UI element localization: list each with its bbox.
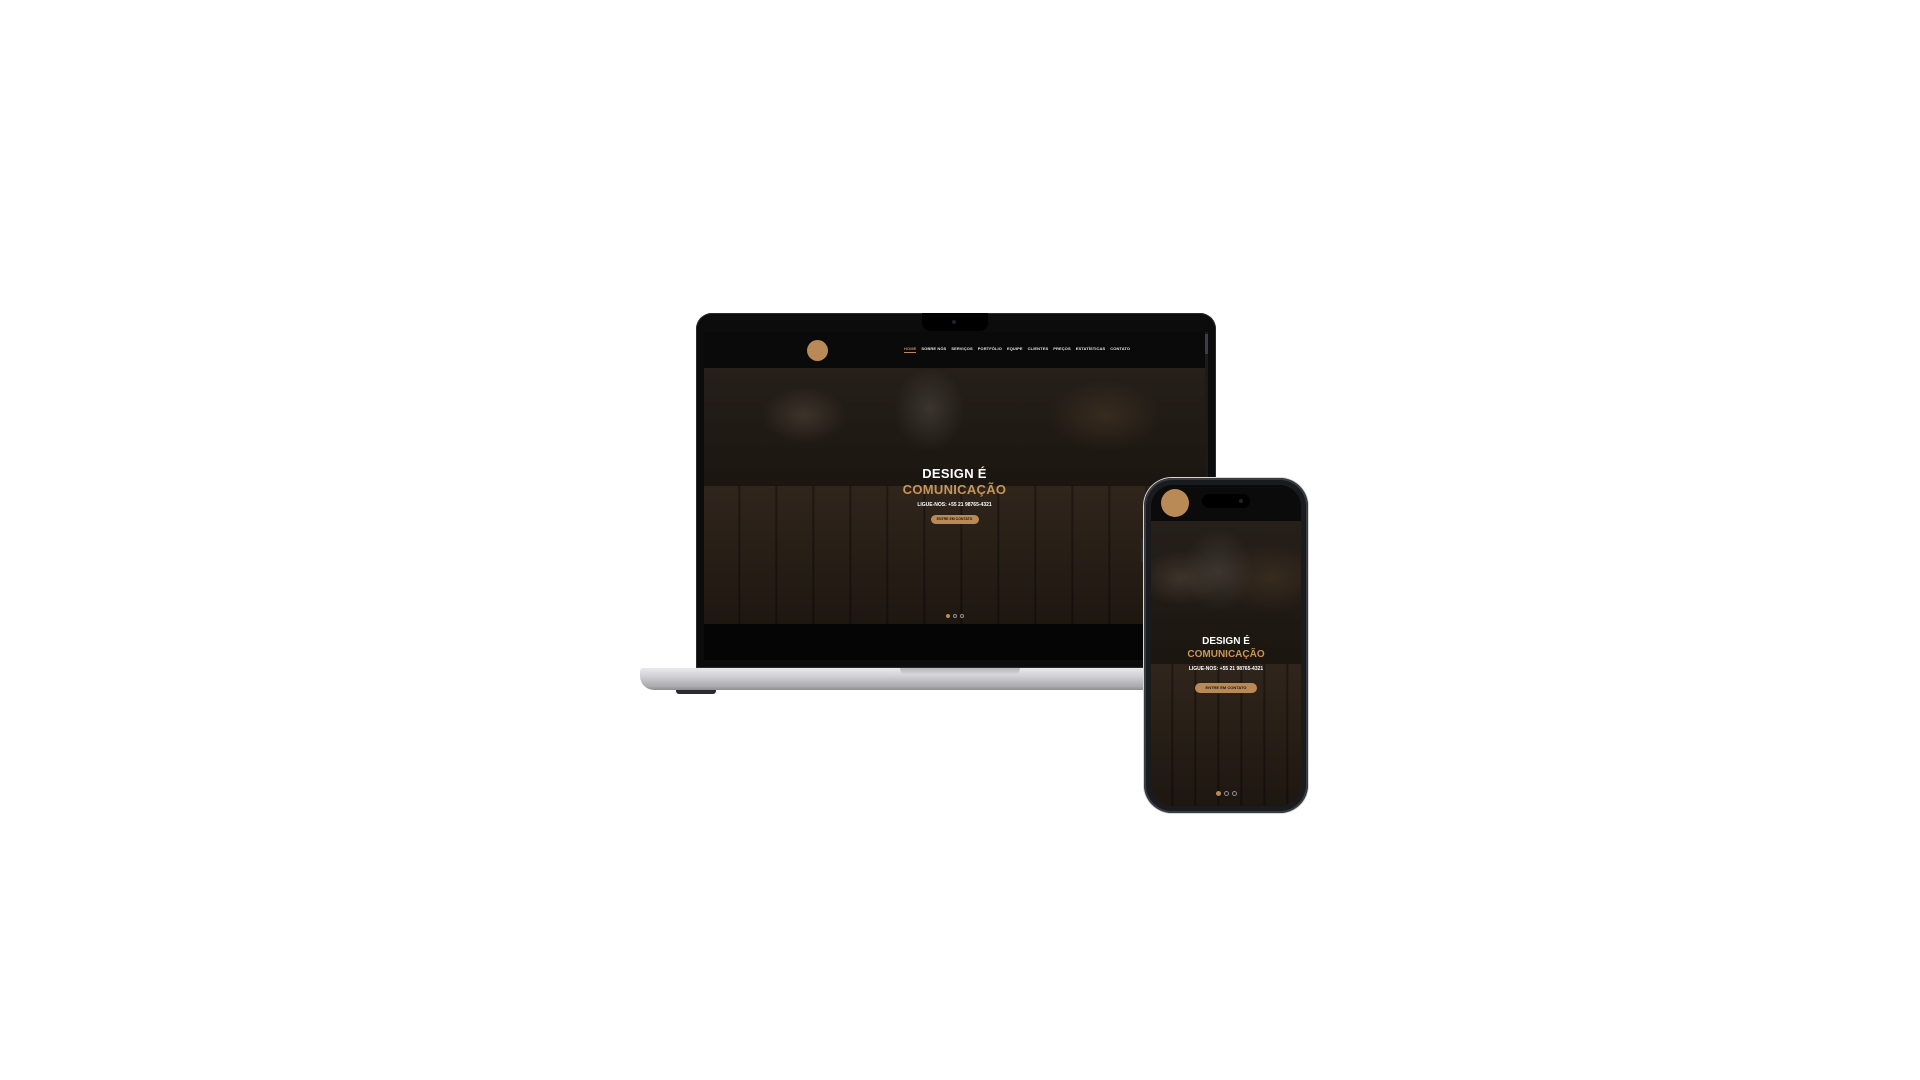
hero-phone-text: LIGUE-NOS: +55 21 98765-4321	[917, 502, 992, 508]
logo-icon[interactable]	[1161, 489, 1189, 517]
nav-item-portfolio[interactable]: PORTFÓLIO	[978, 346, 1002, 353]
hero-phone-text: LIGUE-NOS: +55 21 98765-4321	[1188, 666, 1264, 672]
scrollbar-thumb[interactable]	[1205, 334, 1208, 354]
slider-dot-3[interactable]	[1231, 791, 1237, 796]
phone-website: DESIGN É COMUNICAÇÃO LIGUE-NOS: +55 21 9…	[1151, 485, 1301, 806]
hero-title: DESIGN É	[922, 466, 987, 481]
phone-frame: DESIGN É COMUNICAÇÃO LIGUE-NOS: +55 21 9…	[1144, 478, 1308, 813]
slider-dot-2[interactable]	[952, 614, 957, 618]
camera-icon	[1239, 499, 1243, 503]
section-strip	[704, 624, 1205, 660]
laptop-notch	[922, 313, 988, 331]
nav-item-home[interactable]: HOME	[904, 346, 917, 353]
nav-item-equipe[interactable]: EQUIPE	[1007, 346, 1023, 353]
nav-item-contato[interactable]: CONTATO	[1110, 346, 1130, 353]
mobile-hero-slider: DESIGN É COMUNICAÇÃO LIGUE-NOS: +55 21 9…	[1151, 521, 1301, 806]
slider-dot-2[interactable]	[1223, 791, 1229, 796]
logo-icon[interactable]	[807, 340, 828, 361]
hero-title-highlight: COMUNICAÇÃO	[1187, 649, 1265, 660]
laptop-frame: HOME SOBRE NÓS SERVIÇOS PORTFÓLIO EQUIPE…	[696, 313, 1216, 668]
slider-dot-3[interactable]	[959, 614, 964, 618]
hero-title: DESIGN É	[1202, 636, 1250, 647]
slider-dot-1[interactable]	[945, 614, 950, 618]
contact-button[interactable]: ENTRE EM CONTATO	[930, 515, 979, 524]
site-navbar: HOME SOBRE NÓS SERVIÇOS PORTFÓLIO EQUIPE…	[704, 332, 1208, 368]
nav-item-sobre[interactable]: SOBRE NÓS	[921, 346, 946, 353]
slider-dot-1[interactable]	[1215, 791, 1221, 796]
hero-slider: DESIGN É COMUNICAÇÃO LIGUE-NOS: +55 21 9…	[704, 368, 1205, 624]
slider-dots	[704, 614, 1205, 618]
nav-item-estatisticas[interactable]: ESTATÍSTICAS	[1076, 346, 1106, 353]
nav-item-servicos[interactable]: SERVIÇOS	[951, 346, 972, 353]
dynamic-island	[1202, 494, 1250, 508]
contact-button[interactable]: ENTRE EM CONTATO	[1195, 683, 1257, 693]
nav-item-precos[interactable]: PREÇOS	[1053, 346, 1071, 353]
laptop-website: HOME SOBRE NÓS SERVIÇOS PORTFÓLIO EQUIPE…	[704, 332, 1208, 660]
camera-icon	[952, 320, 956, 324]
hero-title-highlight: COMUNICAÇÃO	[902, 482, 1007, 497]
nav-menu: HOME SOBRE NÓS SERVIÇOS PORTFÓLIO EQUIPE…	[904, 346, 1130, 353]
slider-dots	[1151, 791, 1301, 796]
nav-item-clientes[interactable]: CLIENTES	[1028, 346, 1049, 353]
